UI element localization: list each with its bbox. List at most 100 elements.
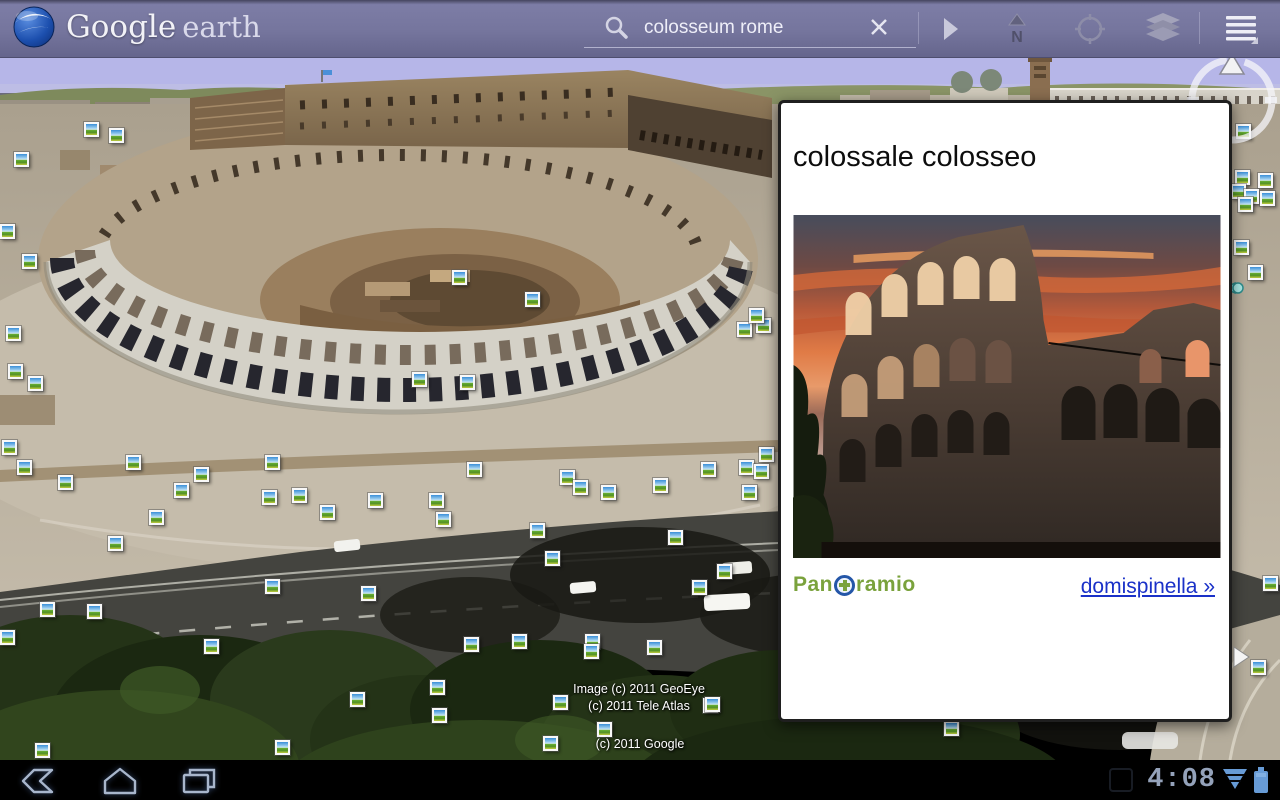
place-photo[interactable] <box>793 215 1221 558</box>
attribution-line: (c) 2011 Tele Atlas <box>588 699 690 713</box>
north-icon: N <box>1005 13 1029 45</box>
photo-marker[interactable] <box>464 637 479 652</box>
photo-marker[interactable] <box>705 697 720 712</box>
photo-marker[interactable] <box>701 462 716 477</box>
photo-marker[interactable] <box>14 152 29 167</box>
logo-text-google: Google <box>66 9 176 45</box>
photo-marker[interactable] <box>1235 170 1250 185</box>
toolbar-divider <box>1199 12 1200 44</box>
photo-marker[interactable] <box>601 485 616 500</box>
globe-icon <box>12 5 56 49</box>
photo-marker[interactable] <box>525 292 540 307</box>
search-icon <box>604 15 630 41</box>
place-info-balloon[interactable]: colossale colosseo <box>778 100 1232 722</box>
photo-marker[interactable] <box>204 639 219 654</box>
photo-marker[interactable] <box>737 322 752 337</box>
attribution-line: (c) 2011 Google <box>596 737 685 751</box>
clear-search-icon[interactable] <box>870 18 888 36</box>
photo-marker[interactable] <box>126 455 141 470</box>
photo-marker[interactable] <box>292 488 307 503</box>
photo-marker[interactable] <box>452 270 467 285</box>
photo-marker[interactable] <box>573 480 588 495</box>
photo-marker[interactable] <box>0 630 15 645</box>
photo-marker[interactable] <box>1251 660 1266 675</box>
photo-marker[interactable] <box>28 376 43 391</box>
photo-author-link[interactable]: domispinella » <box>1081 575 1215 599</box>
photo-marker[interactable] <box>692 580 707 595</box>
photo-marker[interactable] <box>545 551 560 566</box>
my-location-button[interactable] <box>1074 0 1106 57</box>
photo-marker[interactable] <box>432 708 447 723</box>
my-location-icon <box>1074 13 1106 45</box>
photo-marker[interactable] <box>460 375 475 390</box>
recent-apps-button[interactable] <box>180 766 220 796</box>
compass-north-button[interactable]: N <box>1001 0 1033 57</box>
photo-marker[interactable] <box>584 644 599 659</box>
home-button[interactable] <box>100 766 140 796</box>
photo-marker[interactable] <box>149 510 164 525</box>
photo-marker[interactable] <box>22 254 37 269</box>
photo-marker[interactable] <box>1258 173 1273 188</box>
photo-marker[interactable] <box>749 308 764 323</box>
photo-marker[interactable] <box>265 579 280 594</box>
photo-marker[interactable] <box>2 440 17 455</box>
photo-marker[interactable] <box>17 460 32 475</box>
status-clock[interactable]: 4:08 <box>1147 765 1216 795</box>
photo-marker[interactable] <box>754 464 769 479</box>
photo-marker[interactable] <box>262 490 277 505</box>
photo-marker[interactable] <box>35 743 50 758</box>
fly-to-button[interactable] <box>935 0 967 57</box>
place-title: colossale colosseo <box>793 141 1036 174</box>
search-input[interactable] <box>642 13 846 43</box>
photo-marker[interactable] <box>265 455 280 470</box>
photo-marker[interactable] <box>1263 576 1278 591</box>
photo-marker[interactable] <box>647 640 662 655</box>
panoramio-logo-text: ramio <box>856 573 916 597</box>
photo-marker[interactable] <box>512 634 527 649</box>
photo-marker[interactable] <box>109 128 124 143</box>
photo-marker[interactable] <box>58 475 73 490</box>
photo-marker[interactable] <box>84 122 99 137</box>
photo-marker[interactable] <box>1238 197 1253 212</box>
photo-marker[interactable] <box>597 722 612 737</box>
photo-marker[interactable] <box>194 467 209 482</box>
photo-marker[interactable] <box>1248 265 1263 280</box>
photo-marker[interactable] <box>742 485 757 500</box>
photo-marker[interactable] <box>174 483 189 498</box>
photo-marker[interactable] <box>653 478 668 493</box>
photo-marker[interactable] <box>320 505 335 520</box>
photo-marker[interactable] <box>717 564 732 579</box>
photo-marker[interactable] <box>361 586 376 601</box>
back-button[interactable] <box>18 766 58 796</box>
photo-marker[interactable] <box>412 372 427 387</box>
photo-marker[interactable] <box>40 602 55 617</box>
next-result-arrow[interactable] <box>1233 646 1251 668</box>
photo-marker[interactable] <box>8 364 23 379</box>
photo-marker[interactable] <box>668 530 683 545</box>
photo-marker[interactable] <box>1260 191 1275 206</box>
photo-marker[interactable] <box>543 736 558 751</box>
photo-marker[interactable] <box>530 523 545 538</box>
search-box[interactable] <box>584 8 916 48</box>
photo-marker[interactable] <box>0 224 15 239</box>
photo-marker[interactable] <box>1234 240 1249 255</box>
photo-marker[interactable] <box>553 695 568 710</box>
signal-icon <box>1222 767 1248 793</box>
photo-marker[interactable] <box>350 692 365 707</box>
layers-button[interactable] <box>1145 0 1181 57</box>
photo-marker[interactable] <box>759 447 774 462</box>
photo-marker[interactable] <box>87 604 102 619</box>
photo-marker[interactable] <box>275 740 290 755</box>
photo-marker[interactable] <box>368 493 383 508</box>
photo-marker[interactable] <box>739 460 754 475</box>
top-bar: Google earth N <box>0 0 1280 58</box>
photo-marker[interactable] <box>108 536 123 551</box>
photo-marker[interactable] <box>6 326 21 341</box>
menu-button[interactable] <box>1222 0 1262 57</box>
photo-marker[interactable] <box>436 512 451 527</box>
photo-marker[interactable] <box>944 721 959 736</box>
notification-icon[interactable] <box>1109 768 1133 792</box>
photo-marker[interactable] <box>467 462 482 477</box>
photo-marker[interactable] <box>429 493 444 508</box>
photo-marker[interactable] <box>430 680 445 695</box>
